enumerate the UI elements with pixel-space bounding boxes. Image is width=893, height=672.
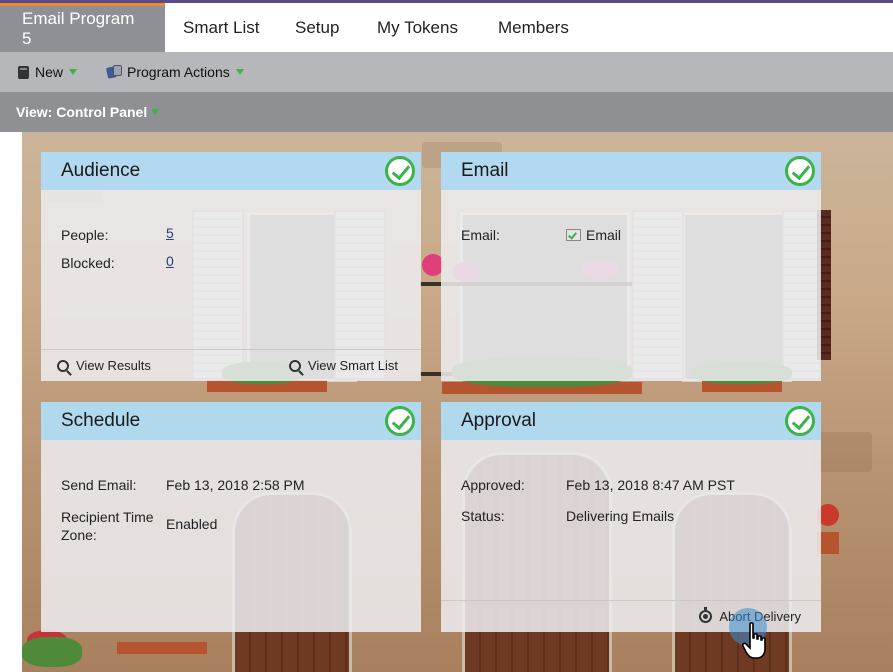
- people-count-link[interactable]: 5: [166, 225, 174, 241]
- chevron-down-icon: [69, 69, 78, 75]
- email-asset-name: Email: [586, 227, 622, 243]
- view-bar: View: Control Panel: [0, 92, 893, 132]
- new-document-icon: [18, 65, 29, 79]
- audience-footer: View Results View Smart List: [41, 349, 421, 381]
- schedule-title: Schedule: [61, 410, 141, 431]
- recipient-time-zone-label: Recipient Time Zone:: [61, 509, 154, 543]
- view-selector[interactable]: View: Control Panel: [16, 104, 160, 120]
- program-actions-icon: [105, 65, 123, 79]
- tab-bar: Email Program 5 Smart List Setup My Toke…: [0, 3, 893, 52]
- people-label: People:: [61, 227, 109, 243]
- email-approved-icon: [566, 229, 581, 241]
- tab-setup[interactable]: Setup: [281, 3, 361, 52]
- email-title: Email: [461, 160, 509, 181]
- approved-label: Approved:: [461, 477, 525, 493]
- tab-email-program[interactable]: Email Program 5: [0, 3, 165, 52]
- schedule-panel: Schedule Send Email: Feb 13, 2018 2:58 P…: [41, 402, 421, 632]
- view-smart-list-button[interactable]: View Smart List: [288, 358, 398, 373]
- blocked-count-link[interactable]: 0: [166, 253, 174, 269]
- approved-value: Feb 13, 2018 8:47 AM PST: [566, 477, 735, 493]
- audience-title: Audience: [61, 160, 141, 181]
- new-button[interactable]: New: [18, 64, 78, 80]
- email-panel: Email Email: Email: [441, 152, 821, 381]
- check-icon: [785, 406, 815, 436]
- approval-title: Approval: [461, 410, 536, 431]
- view-smart-list-label: View Smart List: [307, 358, 398, 373]
- audience-header: Audience: [41, 152, 421, 190]
- chevron-down-icon: [235, 69, 244, 75]
- recipient-time-zone-value: Enabled: [166, 516, 218, 532]
- tab-my-tokens[interactable]: My Tokens: [361, 3, 478, 52]
- program-actions-label: Program Actions: [127, 64, 230, 80]
- view-results-label: View Results: [76, 358, 151, 373]
- schedule-header: Schedule: [41, 402, 421, 440]
- check-icon: [385, 156, 415, 186]
- stopwatch-icon: [699, 607, 713, 623]
- view-results-button[interactable]: View Results: [57, 358, 151, 373]
- approval-panel: Approval Approved: Feb 13, 2018 8:47 AM …: [441, 402, 821, 632]
- view-label: View: Control Panel: [16, 104, 148, 120]
- send-email-value: Feb 13, 2018 2:58 PM: [166, 477, 305, 493]
- hand-cursor-icon: [742, 622, 766, 659]
- blocked-label: Blocked:: [61, 255, 115, 271]
- search-icon: [288, 359, 301, 372]
- toolbar: New Program Actions: [0, 52, 893, 92]
- tab-members[interactable]: Members: [478, 3, 589, 52]
- status-label: Status:: [461, 508, 505, 524]
- new-button-label: New: [35, 64, 64, 80]
- chevron-down-icon: [151, 109, 160, 115]
- program-actions-button[interactable]: Program Actions: [105, 64, 244, 80]
- check-icon: [785, 156, 815, 186]
- tab-smart-list[interactable]: Smart List: [165, 3, 281, 52]
- check-icon: [385, 406, 415, 436]
- search-icon: [57, 359, 69, 372]
- send-email-label: Send Email:: [61, 477, 137, 493]
- email-header: Email: [441, 152, 821, 190]
- email-asset-link[interactable]: Email: [566, 227, 621, 243]
- audience-panel: Audience People: 5 Blocked: 0 View Resul…: [41, 152, 421, 381]
- status-value: Delivering Emails: [566, 508, 675, 524]
- email-label: Email:: [461, 227, 500, 243]
- approval-header: Approval: [441, 402, 821, 440]
